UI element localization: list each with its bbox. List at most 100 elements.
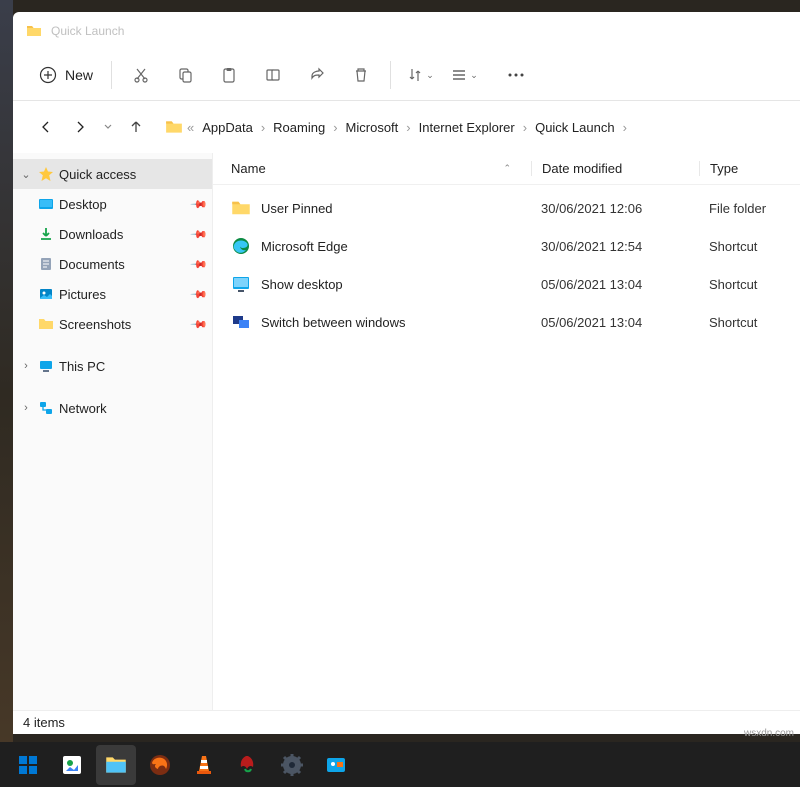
- file-date: 05/06/2021 13:04: [531, 277, 699, 292]
- taskbar-app[interactable]: [316, 745, 356, 785]
- separator: [390, 61, 391, 89]
- taskbar-explorer[interactable]: [96, 745, 136, 785]
- more-button[interactable]: [495, 57, 537, 93]
- taskbar[interactable]: [0, 742, 800, 787]
- new-icon: [39, 66, 57, 84]
- sidebar-item-network[interactable]: › Network: [13, 393, 212, 423]
- more-icon: [507, 72, 525, 78]
- pin-icon: 📌: [190, 195, 209, 214]
- new-label: New: [65, 67, 93, 83]
- back-button[interactable]: [31, 112, 61, 142]
- view-button[interactable]: ⌄: [443, 57, 485, 93]
- folder-icon: [165, 118, 183, 136]
- toolbar: New ⌄ ⌄: [13, 50, 800, 100]
- column-date[interactable]: Date modified: [531, 161, 699, 176]
- taskbar-settings[interactable]: [272, 745, 312, 785]
- explorer-icon: [103, 752, 129, 778]
- vlc-icon: [192, 753, 216, 777]
- pictures-icon: [37, 285, 55, 303]
- folder-icon: [37, 315, 55, 333]
- start-button[interactable]: [8, 745, 48, 785]
- delete-button[interactable]: [340, 57, 382, 93]
- taskbar-app[interactable]: [52, 745, 92, 785]
- windows-icon: [16, 753, 40, 777]
- breadcrumb[interactable]: « AppData › Roaming › Microsoft › Intern…: [165, 116, 782, 139]
- sidebar-label: Pictures: [59, 287, 106, 302]
- view-icon: [450, 66, 468, 84]
- file-name: User Pinned: [261, 201, 333, 216]
- sort-asc-icon: ⌃: [503, 163, 511, 174]
- cut-button[interactable]: [120, 57, 162, 93]
- file-name: Microsoft Edge: [261, 239, 348, 254]
- copy-button[interactable]: [164, 57, 206, 93]
- sidebar-item-quick-access[interactable]: ⌄ Quick access: [13, 159, 212, 189]
- breadcrumb-item[interactable]: Roaming: [269, 116, 329, 139]
- breadcrumb-prefix: «: [185, 120, 196, 135]
- chevron-right-icon: ›: [404, 120, 412, 135]
- list-item[interactable]: Show desktop 05/06/2021 13:04 Shortcut: [213, 265, 800, 303]
- sidebar-label: Documents: [59, 257, 125, 272]
- column-name[interactable]: Name⌃: [231, 161, 531, 176]
- explorer-window: Quick Launch New ⌄ ⌄ « AppData › Roaming…: [13, 12, 800, 734]
- sidebar-item-screenshots[interactable]: Screenshots 📌: [13, 309, 212, 339]
- watermark: wsxdn.com: [744, 728, 794, 739]
- column-type[interactable]: Type: [699, 161, 738, 176]
- titlebar[interactable]: Quick Launch: [13, 12, 800, 50]
- breadcrumb-item[interactable]: Internet Explorer: [415, 116, 519, 139]
- pin-icon: 📌: [190, 285, 209, 304]
- sort-button[interactable]: ⌄: [399, 57, 441, 93]
- separator: [111, 61, 112, 89]
- file-rows[interactable]: User Pinned 30/06/2021 12:06 File folder…: [213, 185, 800, 710]
- file-date: 30/06/2021 12:54: [531, 239, 699, 254]
- sidebar-item-pictures[interactable]: Pictures 📌: [13, 279, 212, 309]
- forward-button[interactable]: [65, 112, 95, 142]
- documents-icon: [37, 255, 55, 273]
- share-icon: [308, 66, 326, 84]
- gear-icon: [280, 753, 304, 777]
- app-icon: [324, 753, 348, 777]
- item-count: 4 items: [23, 715, 65, 730]
- list-item[interactable]: User Pinned 30/06/2021 12:06 File folder: [213, 189, 800, 227]
- sidebar-label: Downloads: [59, 227, 123, 242]
- taskbar-app[interactable]: [228, 745, 268, 785]
- chevron-right-icon: ›: [259, 120, 267, 135]
- chevron-right-icon[interactable]: ›: [19, 360, 33, 372]
- cut-icon: [132, 66, 150, 84]
- chevron-down-icon: [103, 122, 113, 132]
- chevron-right-icon: ›: [621, 120, 629, 135]
- file-type: Shortcut: [699, 239, 757, 254]
- file-date: 30/06/2021 12:06: [531, 201, 699, 216]
- breadcrumb-item[interactable]: Quick Launch: [531, 116, 619, 139]
- breadcrumb-item[interactable]: AppData: [198, 116, 257, 139]
- nav-pane[interactable]: ⌄ Quick access Desktop 📌 Downloads 📌 Doc…: [13, 153, 213, 710]
- chevron-right-icon[interactable]: ›: [19, 402, 33, 414]
- list-item[interactable]: Microsoft Edge 30/06/2021 12:54 Shortcut: [213, 227, 800, 265]
- sidebar-item-desktop[interactable]: Desktop 📌: [13, 189, 212, 219]
- folder-icon: [231, 198, 251, 218]
- sidebar-label: Screenshots: [59, 317, 131, 332]
- status-bar: 4 items: [13, 710, 800, 734]
- body: ⌄ Quick access Desktop 📌 Downloads 📌 Doc…: [13, 153, 800, 710]
- back-icon: [38, 119, 54, 135]
- sidebar-item-this-pc[interactable]: › This PC: [13, 351, 212, 381]
- chevron-down-icon[interactable]: ⌄: [19, 168, 33, 181]
- sidebar-item-downloads[interactable]: Downloads 📌: [13, 219, 212, 249]
- chevron-right-icon: ›: [331, 120, 339, 135]
- switch-windows-icon: [231, 312, 251, 332]
- up-button[interactable]: [121, 112, 151, 142]
- list-item[interactable]: Switch between windows 05/06/2021 13:04 …: [213, 303, 800, 341]
- app-icon: [236, 753, 260, 777]
- rename-button[interactable]: [252, 57, 294, 93]
- taskbar-firefox[interactable]: [140, 745, 180, 785]
- file-type: Shortcut: [699, 277, 757, 292]
- sidebar-item-documents[interactable]: Documents 📌: [13, 249, 212, 279]
- copy-icon: [176, 66, 194, 84]
- delete-icon: [352, 66, 370, 84]
- recent-button[interactable]: [99, 112, 117, 142]
- paste-button[interactable]: [208, 57, 250, 93]
- taskbar-vlc[interactable]: [184, 745, 224, 785]
- new-button[interactable]: New: [29, 60, 103, 90]
- downloads-icon: [37, 225, 55, 243]
- breadcrumb-item[interactable]: Microsoft: [342, 116, 403, 139]
- share-button[interactable]: [296, 57, 338, 93]
